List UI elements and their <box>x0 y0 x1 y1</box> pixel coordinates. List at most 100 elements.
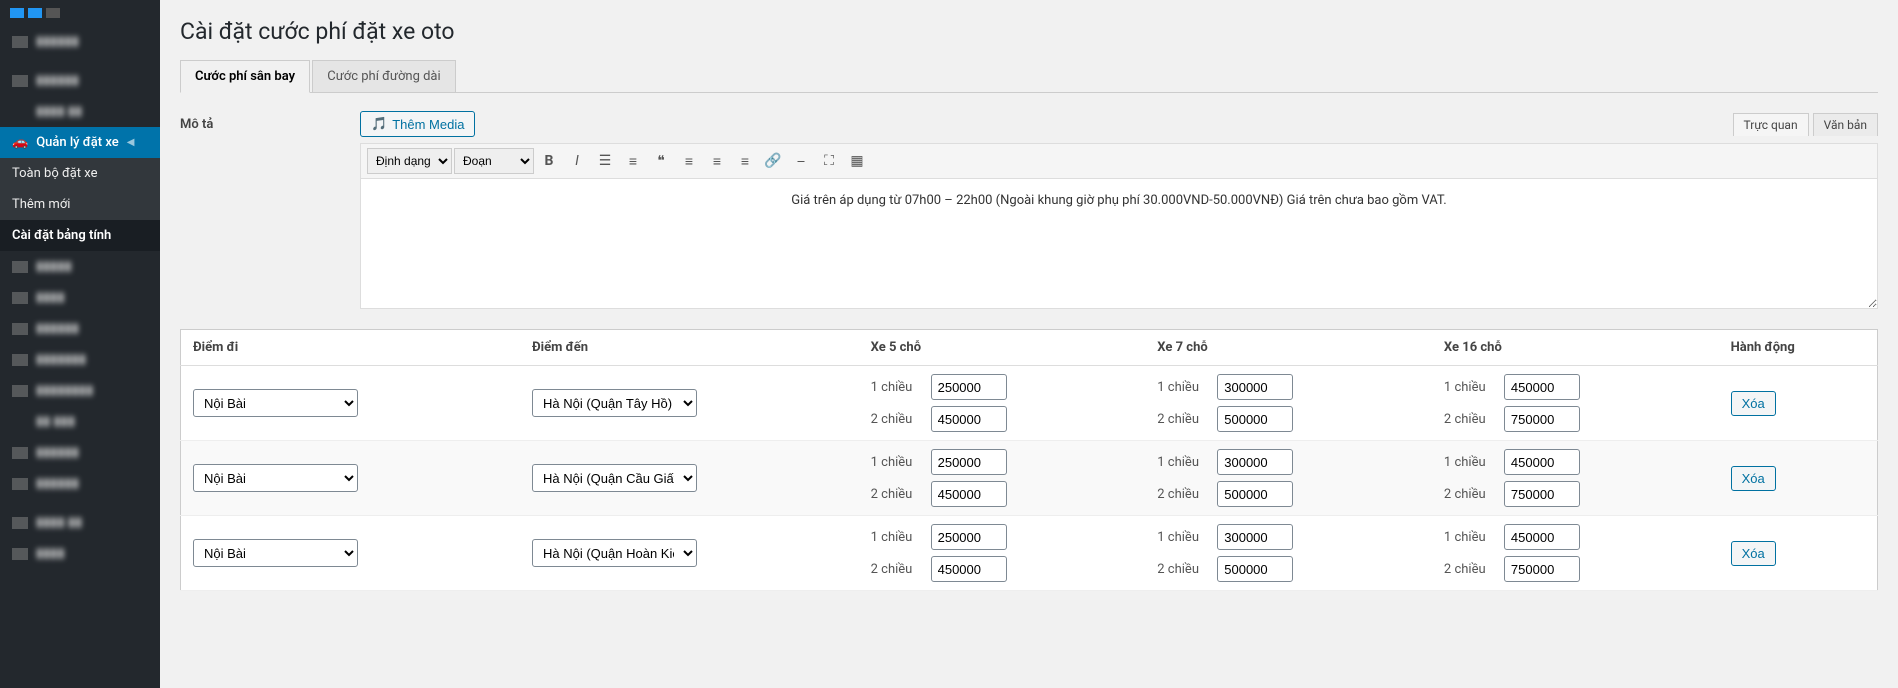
sidebar-item-blur-3[interactable]: ▮▮▮▮ ▮▮ <box>0 96 160 127</box>
editor-tab-text[interactable]: Văn bản <box>1813 113 1878 136</box>
oneway-label: 1 chiều <box>871 455 921 470</box>
tab-airport-fare[interactable]: Cước phí sân bay <box>180 60 310 93</box>
sidebar-item-blur-5[interactable]: ▮▮▮▮ <box>0 282 160 313</box>
table-row: Nội Bài Hà Nội (Quận Hoàn Kiếm) 1 chiều … <box>181 516 1878 591</box>
blockquote-icon[interactable]: ❝ <box>648 148 674 174</box>
sidebar-item-blur-11[interactable]: ▮▮▮▮▮▮ <box>0 468 160 499</box>
from-select[interactable]: Nội Bài <box>193 389 358 417</box>
price-input-roundtrip[interactable] <box>1217 406 1293 432</box>
roundtrip-label: 2 chiều <box>1444 562 1494 577</box>
sidebar-item-blur-8[interactable]: ▮▮▮▮▮▮▮▮ <box>0 375 160 406</box>
th-car16: Xe 16 chỗ <box>1432 330 1719 366</box>
sidebar-top-pills <box>0 0 160 26</box>
car-icon: 🚗 <box>12 135 28 150</box>
to-select[interactable]: Hà Nội (Quận Hoàn Kiếm) <box>532 539 697 567</box>
price-input-roundtrip[interactable] <box>931 481 1007 507</box>
th-action: Hành động <box>1719 330 1878 366</box>
table-row: Nội Bài Hà Nội (Quận Cầu Giấy) 1 chiều 2… <box>181 441 1878 516</box>
main-content: Cài đặt cước phí đặt xe oto Cước phí sân… <box>160 0 1898 688</box>
th-car7: Xe 7 chỗ <box>1145 330 1432 366</box>
link-icon[interactable]: 🔗 <box>760 148 786 174</box>
tabs: Cước phí sân bay Cước phí đường dài <box>180 59 1878 93</box>
bullet-list-icon[interactable]: ☰ <box>592 148 618 174</box>
sidebar-item-blur-9[interactable]: ▮▮ ▮▮▮ <box>0 406 160 437</box>
admin-sidebar: ▮▮▮▮▮▮ ▮▮▮▮▮▮ ▮▮▮▮ ▮▮ 🚗 Quản lý đặt xe ◀… <box>0 0 160 688</box>
readmore-icon[interactable]: ⎯ <box>788 148 814 174</box>
oneway-label: 1 chiều <box>1157 455 1207 470</box>
from-select[interactable]: Nội Bài <box>193 464 358 492</box>
price-input-roundtrip[interactable] <box>931 406 1007 432</box>
oneway-label: 1 chiều <box>1444 455 1494 470</box>
roundtrip-label: 2 chiều <box>1157 562 1207 577</box>
roundtrip-label: 2 chiều <box>871 412 921 427</box>
price-input-oneway[interactable] <box>931 374 1007 400</box>
price-input-oneway[interactable] <box>931 524 1007 550</box>
oneway-label: 1 chiều <box>1444 530 1494 545</box>
sidebar-item-blur-12[interactable]: ▮▮▮▮ ▮▮ <box>0 507 160 538</box>
table-row: Nội Bài Hà Nội (Quận Tây Hồ) 1 chiều 2 c… <box>181 366 1878 441</box>
price-input-oneway[interactable] <box>1217 524 1293 550</box>
from-select[interactable]: Nội Bài <box>193 539 358 567</box>
price-input-oneway[interactable] <box>1504 449 1580 475</box>
price-input-roundtrip[interactable] <box>1217 481 1293 507</box>
price-input-roundtrip[interactable] <box>1504 481 1580 507</box>
pricing-table: Điểm đi Điểm đến Xe 5 chỗ Xe 7 chỗ Xe 16… <box>180 329 1878 591</box>
align-left-icon[interactable]: ≡ <box>676 148 702 174</box>
to-select[interactable]: Hà Nội (Quận Tây Hồ) <box>532 389 697 417</box>
fullscreen-icon[interactable]: ⛶ <box>816 148 842 174</box>
oneway-label: 1 chiều <box>871 380 921 395</box>
sidebar-sub-all-bookings[interactable]: Toàn bộ đặt xe <box>0 158 160 189</box>
price-input-oneway[interactable] <box>1504 374 1580 400</box>
price-input-roundtrip[interactable] <box>1217 556 1293 582</box>
price-input-oneway[interactable] <box>1217 449 1293 475</box>
oneway-label: 1 chiều <box>1157 380 1207 395</box>
price-input-roundtrip[interactable] <box>931 556 1007 582</box>
format-select-2[interactable]: Đoạn <box>454 148 534 174</box>
sidebar-item-blur-10[interactable]: ▮▮▮▮▮▮ <box>0 437 160 468</box>
align-right-icon[interactable]: ≡ <box>732 148 758 174</box>
align-center-icon[interactable]: ≡ <box>704 148 730 174</box>
bold-icon[interactable]: B <box>536 148 562 174</box>
delete-button[interactable]: Xóa <box>1731 391 1776 416</box>
price-input-oneway[interactable] <box>1217 374 1293 400</box>
roundtrip-label: 2 chiều <box>1444 487 1494 502</box>
th-to: Điểm đến <box>520 330 859 366</box>
italic-icon[interactable]: I <box>564 148 590 174</box>
sidebar-item-blur-13[interactable]: ▮▮▮▮ <box>0 538 160 569</box>
toolbar-toggle-icon[interactable]: ▦ <box>844 148 870 174</box>
editor-tab-visual[interactable]: Trực quan <box>1733 113 1809 136</box>
sidebar-item-blur-6[interactable]: ▮▮▮▮▮▮ <box>0 313 160 344</box>
price-input-roundtrip[interactable] <box>1504 556 1580 582</box>
oneway-label: 1 chiều <box>871 530 921 545</box>
sidebar-item-blur-7[interactable]: ▮▮▮▮▮▮▮ <box>0 344 160 375</box>
add-media-button[interactable]: 🎵 Thêm Media <box>360 111 475 137</box>
numbered-list-icon[interactable]: ≡ <box>620 148 646 174</box>
oneway-label: 1 chiều <box>1444 380 1494 395</box>
sidebar-item-blur-2[interactable]: ▮▮▮▮▮▮ <box>0 65 160 96</box>
price-input-roundtrip[interactable] <box>1504 406 1580 432</box>
sidebar-item-booking[interactable]: 🚗 Quản lý đặt xe ◀ <box>0 127 160 158</box>
page-title: Cài đặt cước phí đặt xe oto <box>180 18 1878 45</box>
th-car5: Xe 5 chỗ <box>859 330 1146 366</box>
delete-button[interactable]: Xóa <box>1731 466 1776 491</box>
chevron-left-icon: ◀ <box>127 137 135 148</box>
sidebar-item-blur-4[interactable]: ▮▮▮▮▮ <box>0 251 160 282</box>
roundtrip-label: 2 chiều <box>871 487 921 502</box>
to-select[interactable]: Hà Nội (Quận Cầu Giấy) <box>532 464 697 492</box>
oneway-label: 1 chiều <box>1157 530 1207 545</box>
delete-button[interactable]: Xóa <box>1731 541 1776 566</box>
sidebar-sub-add-new[interactable]: Thêm mới <box>0 189 160 220</box>
sidebar-sub-pricing-table[interactable]: Cài đặt bảng tính <box>0 220 160 251</box>
description-label: Mô tả <box>180 111 340 132</box>
media-icon: 🎵 <box>371 116 387 132</box>
price-input-oneway[interactable] <box>1504 524 1580 550</box>
price-input-oneway[interactable] <box>931 449 1007 475</box>
editor-textarea[interactable]: Giá trên áp dụng từ 07h00 – 22h00 (Ngoài… <box>360 179 1878 309</box>
roundtrip-label: 2 chiều <box>1157 412 1207 427</box>
tab-longdistance-fare[interactable]: Cước phí đường dài <box>312 60 455 92</box>
editor-toolbar: Định dạng Đoạn B I ☰ ≡ ❝ ≡ ≡ ≡ 🔗 ⎯ ⛶ ▦ <box>360 143 1878 179</box>
sidebar-item-blur-1[interactable]: ▮▮▮▮▮▮ <box>0 26 160 57</box>
roundtrip-label: 2 chiều <box>871 562 921 577</box>
th-from: Điểm đi <box>181 330 521 366</box>
format-select-1[interactable]: Định dạng <box>367 148 452 174</box>
